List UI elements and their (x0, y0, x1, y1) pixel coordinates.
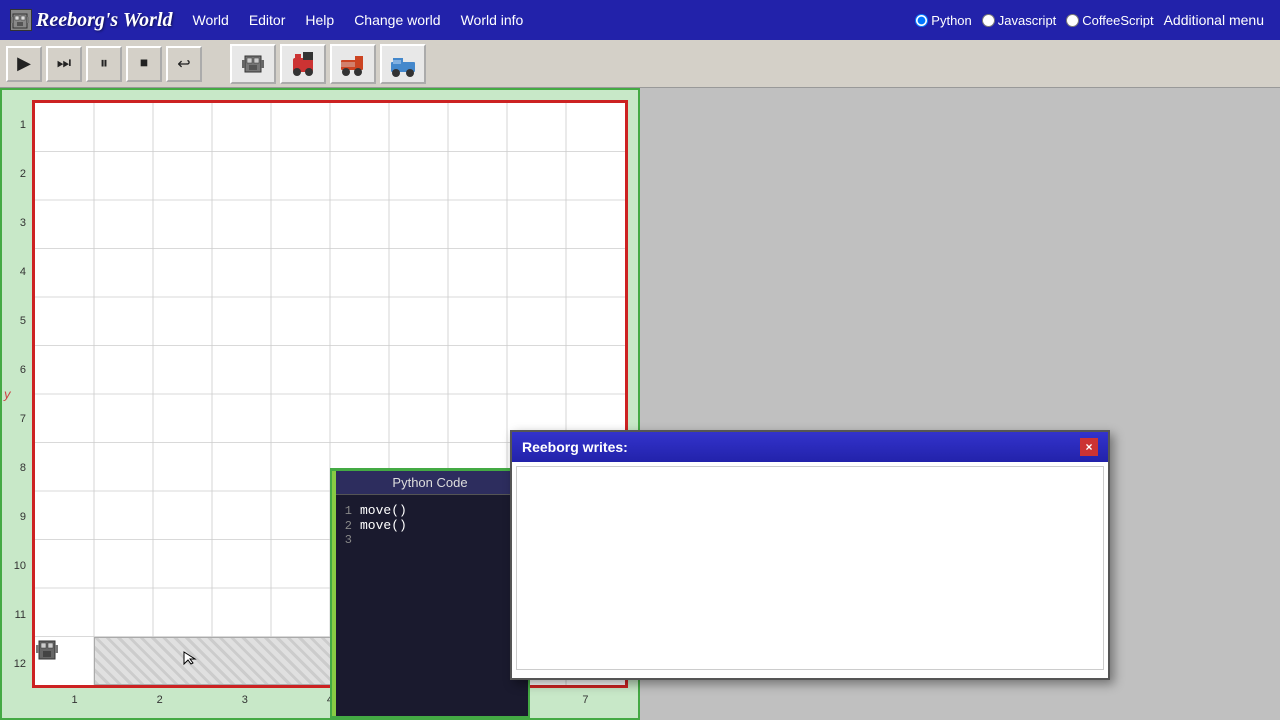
robot2-button[interactable] (280, 44, 326, 84)
dialog-content (512, 462, 1108, 674)
stop-icon: ⏹ (140, 55, 148, 73)
play-button[interactable]: ▶ (6, 46, 42, 82)
code-panel-header: Python Code (332, 471, 528, 495)
toolbar: ▶ ⏭ ⏸ ⏹ ↩ (0, 40, 1280, 88)
javascript-label: Javascript (998, 13, 1057, 28)
code-panel: Python Code 1 move() 2 move() 3 (330, 468, 530, 718)
javascript-radio[interactable] (982, 14, 995, 27)
line-num-3: 3 (336, 533, 360, 547)
line-num-2: 2 (336, 519, 360, 533)
code-line-1: 1 move() (336, 503, 524, 518)
robot1-icon (237, 48, 269, 80)
line-indicator (332, 471, 336, 716)
line-code-2: move() (360, 518, 407, 533)
play-icon: ▶ (17, 53, 31, 74)
x-label-3: 3 (202, 690, 287, 718)
python-label: Python (931, 13, 971, 28)
app-title: Reeborg's World (6, 9, 183, 32)
stop-button[interactable]: ⏹ (126, 46, 162, 82)
robot2-icon (287, 48, 319, 80)
dialog-textarea[interactable] (516, 466, 1104, 670)
x-label-1: 1 (32, 690, 117, 718)
y-label-9: 9 (2, 492, 30, 541)
step-button[interactable]: ⏭ (46, 46, 82, 82)
step-icon: ⏭ (57, 55, 71, 73)
coffeescript-label: CoffeeScript (1082, 13, 1153, 28)
y-label-11: 11 (2, 590, 30, 639)
y-axis-labels: y 12 11 10 9 8 7 6 5 4 3 2 1 (2, 100, 30, 688)
python-option[interactable]: Python (915, 13, 971, 28)
y-label-3: 3 (2, 198, 30, 247)
pause-icon: ⏸ (100, 55, 108, 73)
x-label-7: 7 (543, 690, 628, 718)
robot1-button[interactable] (230, 44, 276, 84)
language-group: Python Javascript CoffeeScript (915, 13, 1153, 28)
code-line-3: 3 (336, 533, 524, 547)
y-label-8: 8 (2, 443, 30, 492)
rewind-icon: ↩ (177, 54, 190, 74)
y-label-5: 5 (2, 296, 30, 345)
menubar: Reeborg's World World Editor Help Change… (0, 0, 1280, 40)
x-label-2: 2 (117, 690, 202, 718)
y-label-2: 2 (2, 149, 30, 198)
y-label-1: 1 (2, 100, 30, 149)
menu-help[interactable]: Help (295, 6, 344, 34)
code-content: 1 move() 2 move() 3 (332, 495, 528, 555)
code-line-2: 2 move() (336, 518, 524, 533)
coffeescript-option[interactable]: CoffeeScript (1066, 13, 1153, 28)
app-title-text: Reeborg's World (36, 9, 173, 32)
robot3-button[interactable] (330, 44, 376, 84)
dialog-titlebar: Reeborg writes: × (512, 432, 1108, 462)
line-num-1: 1 (336, 504, 360, 518)
robot4-button[interactable] (380, 44, 426, 84)
robot-sprite (35, 637, 94, 686)
dialog-title: Reeborg writes: (522, 439, 628, 455)
menu-additional[interactable]: Additional menu (1154, 6, 1274, 34)
y-label-4: 4 (2, 247, 30, 296)
menu-editor[interactable]: Editor (239, 6, 296, 34)
robot3-icon (337, 48, 369, 80)
line-code-1: move() (360, 503, 407, 518)
dialog-close-button[interactable]: × (1080, 438, 1098, 456)
y-label-10: 10 (2, 541, 30, 590)
python-radio[interactable] (915, 14, 928, 27)
menu-world-info[interactable]: World info (451, 6, 534, 34)
menu-world[interactable]: World (183, 6, 239, 34)
javascript-option[interactable]: Javascript (982, 13, 1057, 28)
coffeescript-radio[interactable] (1066, 14, 1079, 27)
app-icon (10, 9, 32, 31)
menu-change-world[interactable]: Change world (344, 6, 450, 34)
y-axis-label: y (4, 387, 11, 402)
rewind-button[interactable]: ↩ (166, 46, 202, 82)
y-label-12: 12 (2, 639, 30, 688)
robot4-icon (387, 48, 419, 80)
pause-button[interactable]: ⏸ (86, 46, 122, 82)
reeborg-dialog: Reeborg writes: × (510, 430, 1110, 680)
